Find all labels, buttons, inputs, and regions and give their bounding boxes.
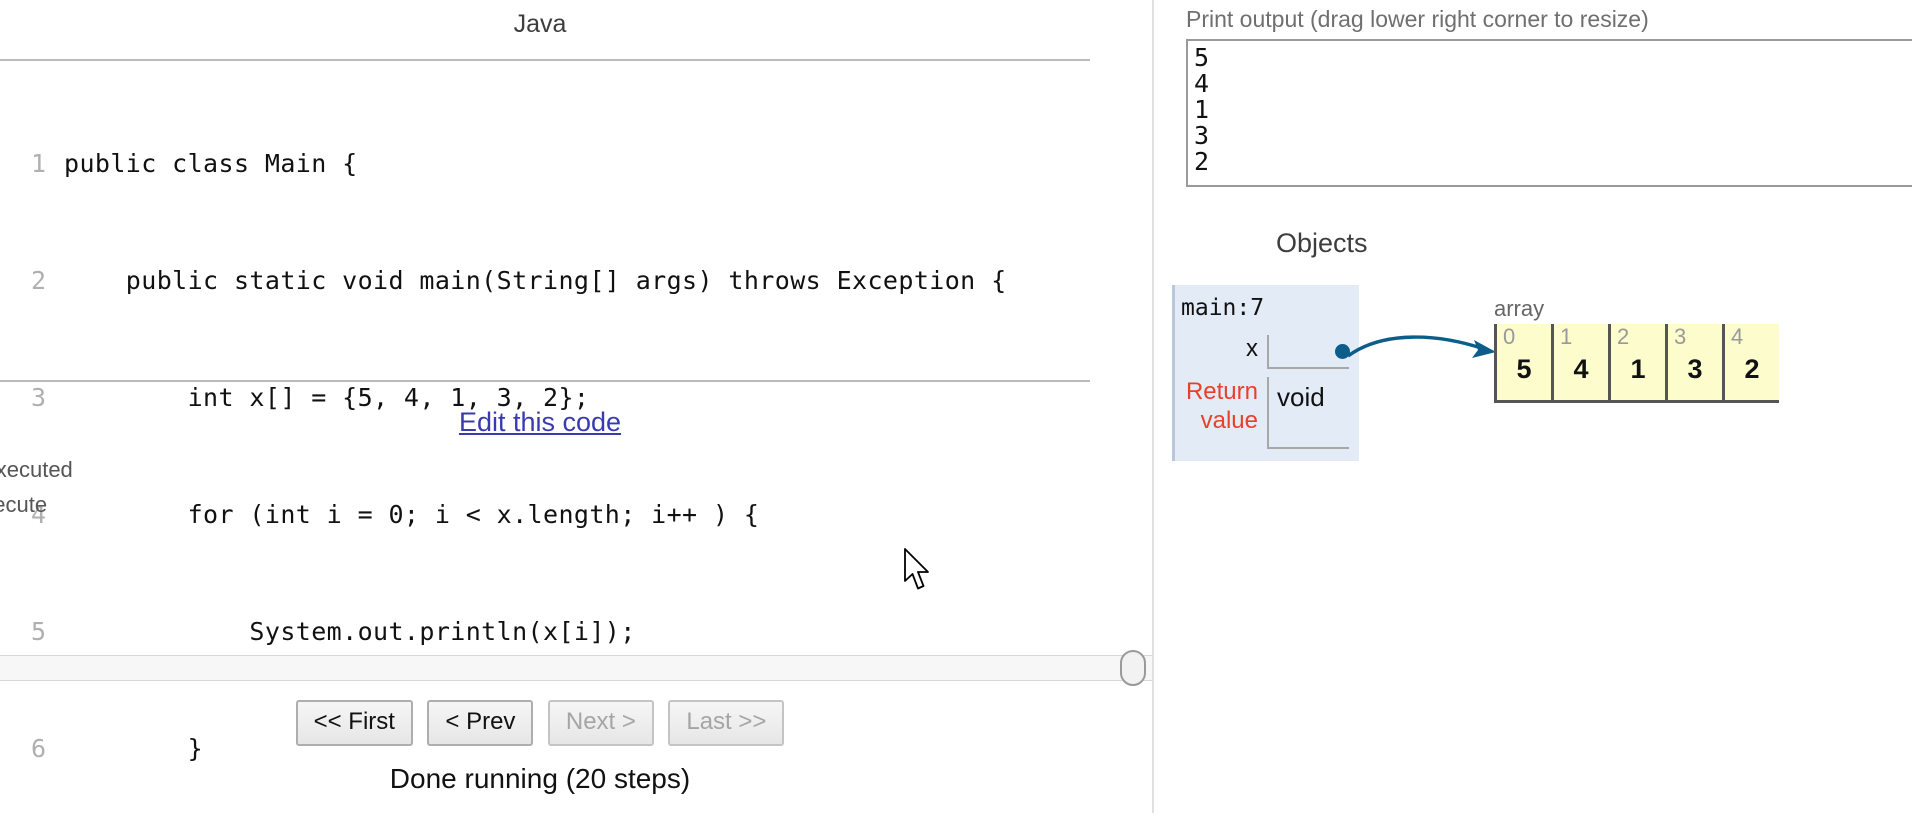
return-value-text: void [1277,382,1325,412]
line-number: 5 [30,617,46,646]
return-value-cell: void [1267,377,1349,449]
array-index: 0 [1503,324,1516,349]
code-bottom-divider [0,380,1090,382]
array-index: 1 [1560,324,1573,349]
stack-frame-main: main:7 x Return value void [1172,285,1359,461]
code-top-divider [0,59,1090,61]
frame-variable-row: Return value void [1181,377,1349,449]
code-pane: Java 1 public class Main { 2 public stati… [0,0,1152,813]
line-code: System.out.println(x[i]); [64,617,636,646]
edit-this-code-link[interactable]: Edit this code [459,407,621,437]
array-cell: 4 2 [1722,324,1779,400]
line-code: public class Main { [64,149,358,178]
legend-just-executed: e that just executed [0,457,73,482]
horizontal-scrollbar[interactable] [0,650,1152,686]
line-number: 2 [30,266,46,295]
array-index: 3 [1674,324,1687,349]
first-step-button[interactable]: << First [295,700,413,746]
print-output-text: 5 4 1 3 2 [1194,43,1210,176]
array-index: 4 [1731,324,1744,349]
object-array: array 0 5 1 4 2 1 3 3 4 2 [1494,296,1779,403]
return-value-label: Return value [1185,378,1258,434]
next-step-button[interactable]: Next > [547,700,654,746]
objects-heading: Objects [1276,228,1368,258]
array-cell: 1 4 [1551,324,1608,400]
print-output-box[interactable]: 5 4 1 3 2 [1186,39,1912,187]
visualization-pane: Print output (drag lower right corner to… [1154,0,1912,813]
array-cell: 0 5 [1494,324,1551,400]
array-type-label: array [1494,296,1545,321]
frame-variable-row: x [1181,335,1349,369]
execution-legend: e that just executed xt line to execute [0,452,482,522]
array-value: 2 [1744,354,1760,384]
array-index: 2 [1617,324,1630,349]
step-navigation: << First < Prev Next > Last >> [0,700,1080,746]
array-value: 4 [1573,354,1589,384]
run-status-text: Done running (20 steps) [389,763,691,794]
array-cell: 2 1 [1608,324,1665,400]
code-line: 1 public class Main { [0,144,1100,183]
edit-code-container: Edit this code [0,407,1080,438]
array-value: 5 [1516,354,1532,384]
print-output-label: Print output (drag lower right corner to… [1186,6,1649,32]
code-line: 5 System.out.println(x[i]); [0,612,1100,651]
line-number: 1 [30,149,46,178]
line-code: public static void main(String[] args) t… [64,266,1007,295]
pointer-dot-icon [1335,344,1350,359]
prev-step-button[interactable]: < Prev [427,700,534,746]
pointer-arrow-icon [1347,335,1496,358]
last-step-button[interactable]: Last >> [668,700,785,746]
variable-name: x [1246,335,1258,362]
legend-next-line: xt line to execute [0,492,48,517]
frame-title: main:7 [1181,295,1265,321]
array-cells: 0 5 1 4 2 1 3 3 4 2 [1494,324,1779,403]
array-value: 3 [1687,354,1703,384]
code-line: 2 public static void main(String[] args)… [0,261,1100,300]
scrollbar-thumb[interactable] [1120,650,1146,686]
array-value: 1 [1630,354,1646,384]
pythontutor-visualizer: Java 1 public class Main { 2 public stati… [0,0,1912,813]
array-cell: 3 3 [1665,324,1722,400]
language-title: Java [513,10,567,38]
